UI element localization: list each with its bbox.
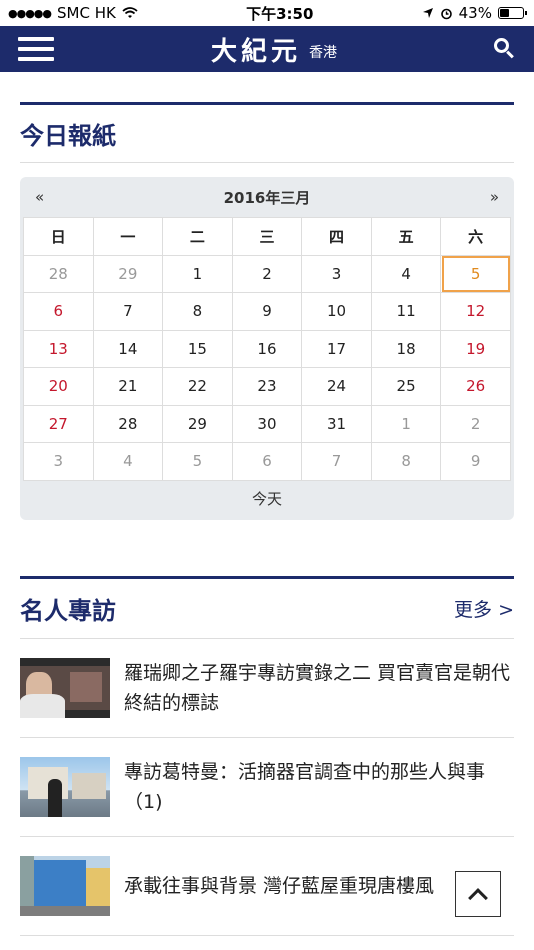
- article-item[interactable]: 承載往事與背景 灣仔藍屋重現唐樓風: [20, 837, 514, 936]
- article-title: 羅瑞卿之子羅宇專訪實錄之二 買官賣官是朝代終結的標誌: [124, 661, 511, 714]
- calendar-day[interactable]: 27: [23, 404, 94, 443]
- article-item[interactable]: 專訪葛特曼：活摘器官調查中的那些人與事（1): [20, 738, 514, 837]
- calendar-day[interactable]: 15: [162, 329, 233, 368]
- calendar-day[interactable]: 20: [23, 367, 94, 406]
- prev-month-button[interactable]: «: [35, 188, 44, 206]
- section-title: 名人專訪: [20, 596, 116, 625]
- battery-percent: 43%: [458, 4, 492, 22]
- calendar-day[interactable]: 6: [23, 292, 94, 331]
- calendar-day[interactable]: 7: [92, 292, 164, 331]
- calendar-day[interactable]: 9: [231, 292, 303, 331]
- calendar-day[interactable]: 6: [231, 442, 303, 481]
- calendar-day[interactable]: 1: [162, 254, 233, 293]
- newspaper-section: 今日報紙 « 2016年三月 » 日一二三四五六 28 29 1 2 3 4 5 6 7 8 9 10…: [20, 102, 514, 520]
- weekday-header: 日: [23, 217, 94, 256]
- calendar-day[interactable]: 4: [92, 442, 164, 481]
- battery-icon: [497, 7, 527, 19]
- article-item[interactable]: 羅瑞卿之子羅宇專訪實錄之二 買官賣官是朝代終結的標誌: [20, 639, 514, 738]
- logo-text: 大紀元: [210, 36, 301, 67]
- status-bar: ●●●●● SMC HK 下午3:50 43%: [0, 0, 534, 26]
- location-icon: [422, 8, 433, 18]
- clock: 下午3:50: [246, 4, 314, 23]
- today-button[interactable]: 今天: [23, 481, 511, 517]
- back-to-top-button[interactable]: [455, 871, 501, 917]
- menu-icon[interactable]: [18, 37, 54, 61]
- article-thumbnail: [20, 756, 110, 817]
- calendar-day[interactable]: 4: [370, 254, 442, 293]
- carrier-label: SMC HK: [57, 4, 116, 22]
- calendar-day[interactable]: 31: [301, 404, 372, 443]
- alarm-icon: [440, 8, 452, 19]
- calendar-day[interactable]: 1: [370, 404, 442, 443]
- calendar-day[interactable]: 17: [301, 329, 372, 368]
- weekday-header: 三: [231, 217, 303, 256]
- article-title: 專訪葛特曼：活摘器官調查中的那些人與事（1): [124, 760, 486, 813]
- weekday-header: 四: [301, 217, 372, 256]
- calendar-day[interactable]: 21: [92, 367, 164, 406]
- weekday-header: 六: [440, 217, 511, 256]
- interviews-header: 名人專訪 更多 >: [20, 579, 514, 639]
- calendar-day[interactable]: 28: [23, 254, 94, 293]
- calendar-day[interactable]: 16: [231, 329, 303, 368]
- article-thumbnail: [20, 657, 110, 718]
- calendar-day[interactable]: 25: [370, 367, 442, 406]
- calendar-day[interactable]: 5: [162, 442, 233, 481]
- region-label: 香港: [309, 44, 337, 61]
- interviews-section: 名人專訪 更多 > 羅瑞卿之子羅宇專訪實錄之二 買官賣官是朝代終結的標誌 專訪葛…: [20, 575, 514, 936]
- weekday-header: 五: [370, 217, 442, 256]
- calendar-day[interactable]: 26: [440, 367, 511, 406]
- wifi-icon: [122, 7, 138, 18]
- logo[interactable]: 大紀元 香港: [211, 31, 337, 68]
- calendar-day[interactable]: 5: [440, 254, 511, 293]
- weekday-header: 二: [162, 217, 233, 256]
- calendar-day[interactable]: 8: [162, 292, 233, 331]
- calendar: « 2016年三月 » 日一二三四五六 28 29 1 2 3 4 5 6 7 8 9 10 11 12 1…: [20, 177, 514, 520]
- calendar-day[interactable]: 13: [23, 329, 94, 368]
- calendar-day[interactable]: 22: [162, 367, 233, 406]
- calendar-day[interactable]: 29: [162, 404, 233, 443]
- app-header: 大紀元 香港: [0, 26, 534, 72]
- calendar-day[interactable]: 11: [370, 292, 442, 331]
- calendar-day[interactable]: 12: [440, 292, 511, 331]
- calendar-day[interactable]: 10: [301, 292, 372, 331]
- calendar-day[interactable]: 30: [231, 404, 303, 443]
- search-icon[interactable]: [493, 38, 516, 60]
- calendar-day[interactable]: 8: [370, 442, 442, 481]
- newspaper-header: 今日報紙: [20, 105, 514, 163]
- calendar-grid: 日一二三四五六 28 29 1 2 3 4 5 6 7 8 9 10 11 12 13 14 15 16 17 18 1…: [23, 217, 511, 481]
- calendar-day[interactable]: 2: [440, 404, 511, 443]
- calendar-day[interactable]: 19: [440, 329, 511, 368]
- next-month-button[interactable]: »: [490, 188, 499, 206]
- battery-fill: [499, 9, 509, 17]
- calendar-day[interactable]: 29: [92, 254, 164, 293]
- signal-icon: ●●●●●: [8, 6, 52, 20]
- calendar-day[interactable]: 2: [231, 254, 303, 293]
- calendar-day[interactable]: 3: [23, 442, 94, 481]
- calendar-day[interactable]: 24: [301, 367, 372, 406]
- calendar-day[interactable]: 28: [92, 404, 164, 443]
- calendar-day[interactable]: 3: [301, 254, 372, 293]
- calendar-day[interactable]: 18: [370, 329, 442, 368]
- calendar-day[interactable]: 9: [440, 442, 511, 481]
- calendar-day[interactable]: 14: [92, 329, 164, 368]
- chevron-up-icon: [468, 888, 488, 908]
- article-title: 承載往事與背景 灣仔藍屋重現唐樓風: [124, 874, 435, 897]
- more-link[interactable]: 更多 >: [454, 595, 514, 622]
- weekday-header: 一: [92, 217, 164, 256]
- article-thumbnail: [20, 855, 110, 916]
- month-label: 2016年三月: [223, 188, 311, 207]
- calendar-day[interactable]: 7: [301, 442, 372, 481]
- section-title: 今日報紙: [20, 122, 116, 150]
- calendar-day[interactable]: 23: [231, 367, 303, 406]
